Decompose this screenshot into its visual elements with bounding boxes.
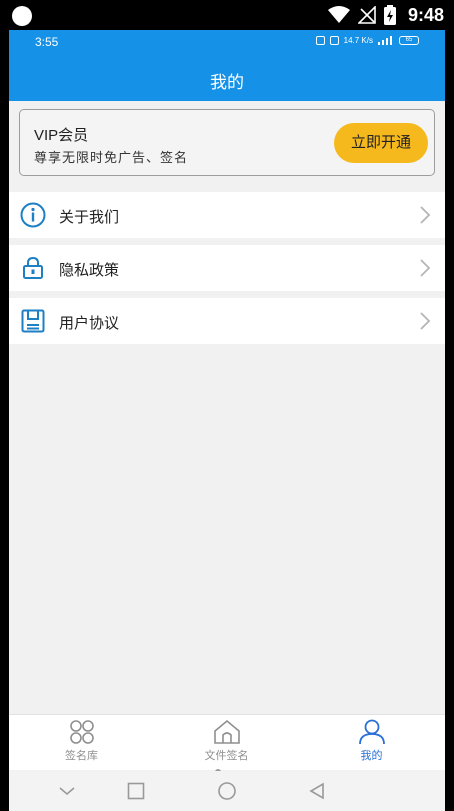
system-status-bar: 9:48 bbox=[0, 0, 454, 30]
chevron-right-icon bbox=[420, 259, 431, 277]
menu-item-user-agreement[interactable]: 用户协议 bbox=[9, 298, 445, 344]
tab-file-signature[interactable]: 文件签名 bbox=[154, 715, 299, 771]
activate-vip-button[interactable]: 立即开通 bbox=[334, 123, 428, 163]
vip-title: VIP会员 bbox=[34, 127, 89, 144]
back-icon[interactable] bbox=[307, 781, 327, 801]
wifi-icon bbox=[327, 6, 350, 23]
tab-label: 文件签名 bbox=[204, 750, 249, 762]
menu-item-label: 用户协议 bbox=[59, 315, 120, 332]
system-status-icons: 9:48 bbox=[327, 4, 444, 26]
home-button-icon[interactable] bbox=[217, 781, 237, 801]
inner-battery: 65 bbox=[399, 36, 419, 45]
tab-signature-library[interactable]: 签名库 bbox=[9, 715, 154, 771]
tab-label: 我的 bbox=[360, 750, 383, 762]
lock-icon bbox=[23, 256, 43, 279]
page-title: 我的 bbox=[210, 73, 244, 92]
user-icon bbox=[358, 719, 385, 745]
menu-item-about[interactable]: 关于我们 bbox=[9, 192, 445, 238]
app-screen: 3:55 14.7 K/s 65 我的 VIP会员 尊享无限时免广告、签名 立即… bbox=[9, 30, 445, 811]
vip-subtitle: 尊享无限时免广告、签名 bbox=[34, 150, 189, 165]
battery-charging-icon bbox=[383, 5, 396, 25]
navigation-bar bbox=[9, 771, 445, 811]
alarm-icon bbox=[329, 36, 339, 45]
vip-card[interactable]: VIP会员 尊享无限时免广告、签名 立即开通 bbox=[19, 109, 435, 176]
menu-item-label: 隐私政策 bbox=[59, 262, 120, 279]
chevron-right-icon bbox=[420, 206, 431, 224]
tab-mine[interactable]: 我的 bbox=[299, 715, 444, 771]
inner-time: 3:55 bbox=[35, 35, 59, 49]
recent-apps-icon[interactable] bbox=[126, 781, 146, 801]
info-icon bbox=[20, 202, 46, 228]
system-time: 9:48 bbox=[407, 4, 444, 25]
chevron-down-icon[interactable] bbox=[57, 781, 77, 801]
document-icon bbox=[21, 309, 45, 333]
header: 3:55 14.7 K/s 65 我的 bbox=[9, 30, 445, 101]
chevron-right-icon bbox=[420, 312, 431, 330]
menu-item-label: 关于我们 bbox=[59, 209, 120, 226]
nfc-icon bbox=[315, 36, 325, 45]
home-icon bbox=[213, 719, 240, 744]
inner-status-icons: 14.7 K/s 65 bbox=[315, 36, 419, 45]
inner-status-bar: 3:55 14.7 K/s 65 bbox=[9, 30, 445, 54]
network-speed: 14.7 K/s bbox=[343, 36, 373, 45]
no-signal-icon bbox=[357, 6, 376, 24]
bottom-tab-bar: 签名库 文件签名 我的 bbox=[9, 714, 445, 775]
tab-label: 签名库 bbox=[65, 750, 98, 762]
menu-item-privacy[interactable]: 隐私政策 bbox=[9, 245, 445, 291]
notification-dot-icon bbox=[12, 6, 32, 26]
signal-icon bbox=[378, 36, 392, 45]
grid-icon bbox=[69, 720, 94, 744]
